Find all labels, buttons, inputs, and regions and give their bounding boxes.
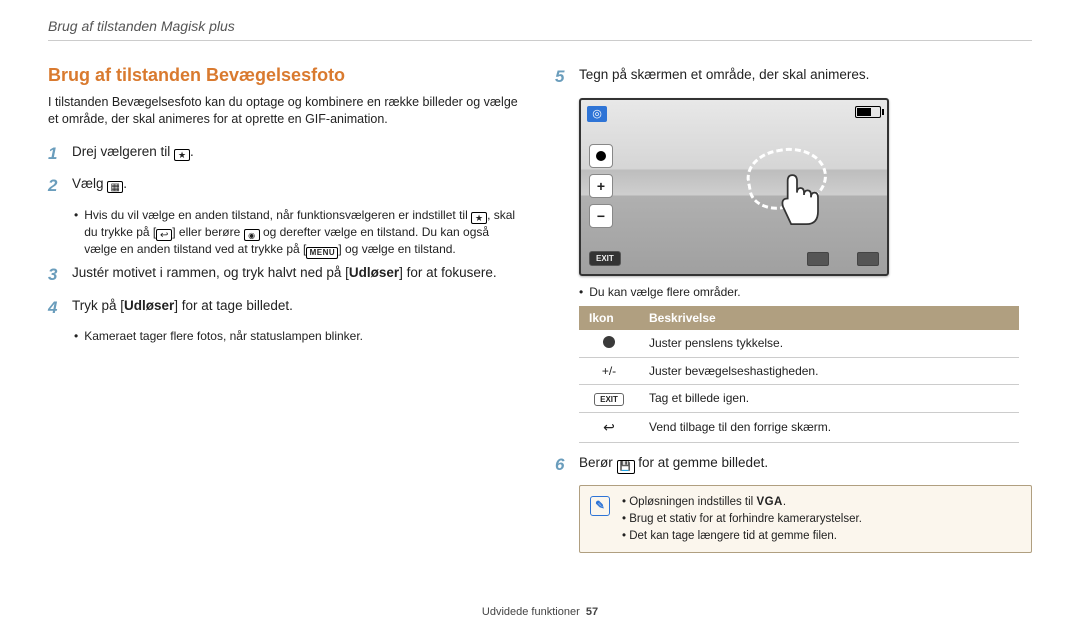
breadcrumb-text: Brug af tilstanden Magisk plus	[48, 18, 235, 34]
table-header-desc: Beskrivelse	[639, 306, 1019, 330]
mode-touch-icon	[244, 229, 260, 241]
section-title: Brug af tilstanden Bevægelsesfoto	[48, 65, 525, 86]
touch-hand-icon	[762, 160, 832, 230]
step-5-sub: Du kan vælge flere områder.	[579, 284, 1032, 300]
shutter-label: Udløser	[349, 265, 399, 280]
step-1: 1 Drej vælgeren til .	[48, 142, 525, 167]
step-3: 3 Justér motivet i rammen, og tryk halvt…	[48, 263, 525, 288]
note-item: Brug et stativ for at forhindre kamerary…	[622, 511, 1021, 528]
preview-undo-button[interactable]	[807, 252, 829, 266]
section-intro: I tilstanden Bevægelsesfoto kan du optag…	[48, 94, 525, 128]
brush-size-button[interactable]	[589, 144, 613, 168]
step-2: 2 Vælg .	[48, 174, 525, 199]
table-row: +/- Juster bevægelseshastigheden.	[579, 357, 1019, 384]
step-number: 1	[48, 142, 66, 167]
battery-icon	[855, 106, 881, 118]
step-number: 4	[48, 296, 66, 321]
info-note-box: ✎ Opløsningen indstilles til VGA. Brug e…	[579, 485, 1032, 553]
step-2-text-b: .	[123, 176, 127, 191]
speed-plus-button[interactable]: +	[589, 174, 613, 198]
save-icon	[617, 460, 635, 474]
brush-dot-icon	[579, 330, 639, 358]
step-number: 2	[48, 174, 66, 199]
exit-icon: EXIT	[579, 384, 639, 412]
menu-button-icon: MENU	[306, 247, 338, 259]
vga-label: VGA	[756, 496, 782, 508]
step-4: 4 Tryk på [Udløser] for at tage billedet…	[48, 296, 525, 321]
plus-minus-icon: +/-	[579, 357, 639, 384]
page-footer: Udvidede funktioner 57	[0, 606, 1080, 618]
info-icon: ✎	[590, 496, 610, 516]
table-row: EXIT Tag et billede igen.	[579, 384, 1019, 412]
mode-dial-star-icon	[471, 212, 487, 224]
right-column: 5 Tegn på skærmen et område, der skal an…	[555, 65, 1032, 553]
step-number: 5	[555, 65, 573, 90]
preview-save-button[interactable]	[857, 252, 879, 266]
step-number: 6	[555, 453, 573, 478]
step-2-note: Hvis du vil vælge en anden tilstand, når…	[74, 207, 525, 259]
preview-mode-icon	[587, 106, 607, 122]
step-1-text-a: Drej vælgeren til	[72, 144, 174, 159]
preview-exit-button[interactable]: EXIT	[589, 251, 621, 266]
motion-photo-mode-icon	[107, 181, 123, 193]
speed-minus-button[interactable]: −	[589, 204, 613, 228]
return-arrow-icon: ↩	[579, 412, 639, 442]
step-1-text-b: .	[190, 144, 194, 159]
back-button-icon	[156, 229, 172, 241]
table-row: ↩ Vend tilbage til den forrige skærm.	[579, 412, 1019, 442]
step-6: 6 Berør for at gemme billedet.	[555, 453, 1032, 478]
step-5: 5 Tegn på skærmen et område, der skal an…	[555, 65, 1032, 90]
note-item: Det kan tage længere tid at gemme filen.	[622, 528, 1021, 545]
breadcrumb: Brug af tilstanden Magisk plus	[48, 18, 1032, 41]
step-4-sub: Kameraet tager flere fotos, når statusla…	[74, 328, 525, 344]
mode-dial-star-icon	[174, 149, 190, 161]
table-header-icon: Ikon	[579, 306, 639, 330]
icon-description-table: Ikon Beskrivelse Juster penslens tykkels…	[579, 306, 1019, 443]
step-number: 3	[48, 263, 66, 288]
preview-side-controls: + −	[589, 144, 613, 228]
page-number: 57	[586, 606, 598, 618]
table-row: Juster penslens tykkelse.	[579, 330, 1019, 358]
note-item: Opløsningen indstilles til VGA.	[622, 494, 1021, 511]
left-column: Brug af tilstanden Bevægelsesfoto I tils…	[48, 65, 525, 553]
step-2-text-a: Vælg	[72, 176, 107, 191]
shutter-label: Udløser	[124, 298, 174, 313]
screen-preview: + − EXIT	[579, 98, 889, 276]
